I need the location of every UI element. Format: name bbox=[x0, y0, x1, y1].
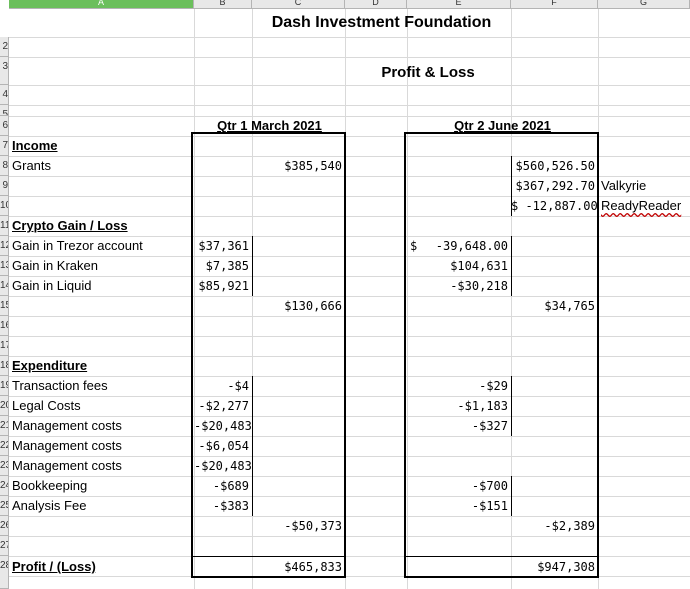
column-header-d[interactable]: D bbox=[345, 0, 407, 9]
q2-expense-value[interactable]: -$327 bbox=[407, 416, 511, 436]
sheet-subtitle[interactable]: Profit & Loss bbox=[345, 61, 511, 85]
row-header[interactable]: 26 bbox=[0, 516, 9, 536]
border-line bbox=[511, 236, 512, 296]
sheet-title[interactable]: Dash Investment Foundation bbox=[252, 12, 511, 34]
q2-expense-value[interactable]: -$700 bbox=[407, 476, 511, 496]
q1-crypto-value[interactable]: $85,921 bbox=[194, 276, 252, 296]
border-line bbox=[252, 236, 253, 296]
q2-header[interactable]: Qtr 2 June 2021 bbox=[407, 116, 598, 136]
q1-crypto-value[interactable]: $7,385 bbox=[194, 256, 252, 276]
expense-label[interactable]: Management costs bbox=[9, 436, 122, 456]
row-header[interactable]: 17 bbox=[0, 336, 9, 356]
row-header[interactable]: 2 bbox=[0, 37, 9, 57]
grant-note-valkyrie[interactable]: Valkyrie bbox=[598, 176, 646, 196]
q1-expense-value[interactable]: -$689 bbox=[194, 476, 252, 496]
profit-label[interactable]: Profit / (Loss) bbox=[9, 557, 96, 577]
row-header[interactable]: 7 bbox=[0, 136, 9, 156]
row-header[interactable]: 22 bbox=[0, 436, 9, 456]
gridline bbox=[9, 37, 690, 38]
row-header[interactable]: 28 bbox=[0, 556, 9, 589]
row-header[interactable]: 19 bbox=[0, 376, 9, 396]
income-heading[interactable]: Income bbox=[9, 136, 58, 156]
row-header[interactable]: 18 bbox=[0, 356, 9, 376]
row-header[interactable]: 10 bbox=[0, 196, 9, 216]
q2-crypto-value[interactable]: $104,631 bbox=[407, 256, 511, 276]
q1-expenditure-total[interactable]: -$50,373 bbox=[252, 516, 345, 536]
row-header[interactable]: 11 bbox=[0, 216, 9, 236]
q2-crypto-value[interactable]: -39,648.00 bbox=[407, 236, 511, 256]
q2-grant-3[interactable]: $ -12,887.00 bbox=[511, 196, 598, 216]
q2-expenditure-total[interactable]: -$2,389 bbox=[511, 516, 598, 536]
row-header[interactable]: 15 bbox=[0, 296, 9, 316]
row-header[interactable]: 14 bbox=[0, 276, 9, 296]
row-header[interactable]: 12 bbox=[0, 236, 9, 256]
q2-crypto-value[interactable]: -$30,218 bbox=[407, 276, 511, 296]
q1-expense-value[interactable]: -$20,483 bbox=[194, 416, 252, 436]
row-header[interactable]: 3 bbox=[0, 57, 9, 85]
column-header-b[interactable]: B bbox=[194, 0, 252, 9]
q1-expense-value[interactable]: -$20,483 bbox=[194, 456, 252, 476]
q2-grant-1[interactable]: $560,526.50 bbox=[511, 156, 598, 176]
expense-label[interactable]: Transaction fees bbox=[9, 376, 108, 396]
row-header[interactable]: 27 bbox=[0, 536, 9, 556]
row-header[interactable]: 21 bbox=[0, 416, 9, 436]
q1-expense-value[interactable]: -$2,277 bbox=[194, 396, 252, 416]
expense-label[interactable]: Legal Costs bbox=[9, 396, 81, 416]
row-header[interactable]: 25 bbox=[0, 496, 9, 516]
row-header[interactable]: 16 bbox=[0, 316, 9, 336]
crypto-item-label[interactable]: Gain in Liquid bbox=[9, 276, 92, 296]
expense-label[interactable]: Management costs bbox=[9, 456, 122, 476]
q1-expense-value[interactable]: -$383 bbox=[194, 496, 252, 516]
row-header[interactable]: 8 bbox=[0, 156, 9, 176]
grant-note-readyreader[interactable]: ReadyReader bbox=[598, 196, 681, 216]
q2-crypto-total[interactable]: $34,765 bbox=[511, 296, 598, 316]
row-header[interactable]: 24 bbox=[0, 476, 9, 496]
q1-header[interactable]: Qtr 1 March 2021 bbox=[194, 116, 345, 136]
row-header[interactable]: 23 bbox=[0, 456, 9, 476]
q1-profit-value[interactable]: $465,833 bbox=[252, 557, 345, 577]
q2-profit-value[interactable]: $947,308 bbox=[511, 557, 598, 577]
q1-grants-total[interactable]: $385,540 bbox=[252, 156, 345, 176]
row-header[interactable]: 20 bbox=[0, 396, 9, 416]
column-header-f[interactable]: F bbox=[511, 0, 598, 9]
gridline bbox=[9, 57, 690, 58]
border-line bbox=[511, 376, 512, 436]
q2-expense-value[interactable]: -$29 bbox=[407, 376, 511, 396]
column-header-c[interactable]: C bbox=[252, 0, 345, 9]
column-header-g[interactable]: G bbox=[598, 0, 690, 9]
row-header[interactable]: 13 bbox=[0, 256, 9, 276]
q1-expense-value[interactable]: -$6,054 bbox=[194, 436, 252, 456]
q2-grant-2[interactable]: $367,292.70 bbox=[511, 176, 598, 196]
grants-label[interactable]: Grants bbox=[9, 156, 51, 176]
row-header[interactable]: 9 bbox=[0, 176, 9, 196]
gridline bbox=[9, 85, 690, 86]
q1-crypto-total[interactable]: $130,666 bbox=[252, 296, 345, 316]
border-line bbox=[252, 376, 253, 516]
spreadsheet[interactable]: A B C D E F G 2 3 4 5 6 7 8 9 10 11 12 1… bbox=[0, 0, 690, 589]
row-header[interactable]: 4 bbox=[0, 85, 9, 105]
gridline bbox=[9, 105, 690, 106]
expense-label[interactable]: Bookkeeping bbox=[9, 476, 87, 496]
expenditure-heading[interactable]: Expenditure bbox=[9, 356, 87, 376]
expense-label[interactable]: Management costs bbox=[9, 416, 122, 436]
row-header[interactable]: 6 bbox=[0, 116, 9, 136]
q2-expense-value[interactable]: -$151 bbox=[407, 496, 511, 516]
crypto-item-label[interactable]: Gain in Trezor account bbox=[9, 236, 143, 256]
q1-crypto-value[interactable]: $37,361 bbox=[194, 236, 252, 256]
crypto-item-label[interactable]: Gain in Kraken bbox=[9, 256, 98, 276]
q1-expense-value[interactable]: -$4 bbox=[194, 376, 252, 396]
q2-expense-value[interactable]: -$1,183 bbox=[407, 396, 511, 416]
border-line bbox=[511, 476, 512, 516]
expense-label[interactable]: Analysis Fee bbox=[9, 496, 86, 516]
crypto-heading[interactable]: Crypto Gain / Loss bbox=[9, 216, 128, 236]
column-header-a[interactable]: A bbox=[9, 0, 194, 9]
row-header[interactable]: 5 bbox=[0, 105, 9, 116]
column-header-e[interactable]: E bbox=[407, 0, 511, 9]
